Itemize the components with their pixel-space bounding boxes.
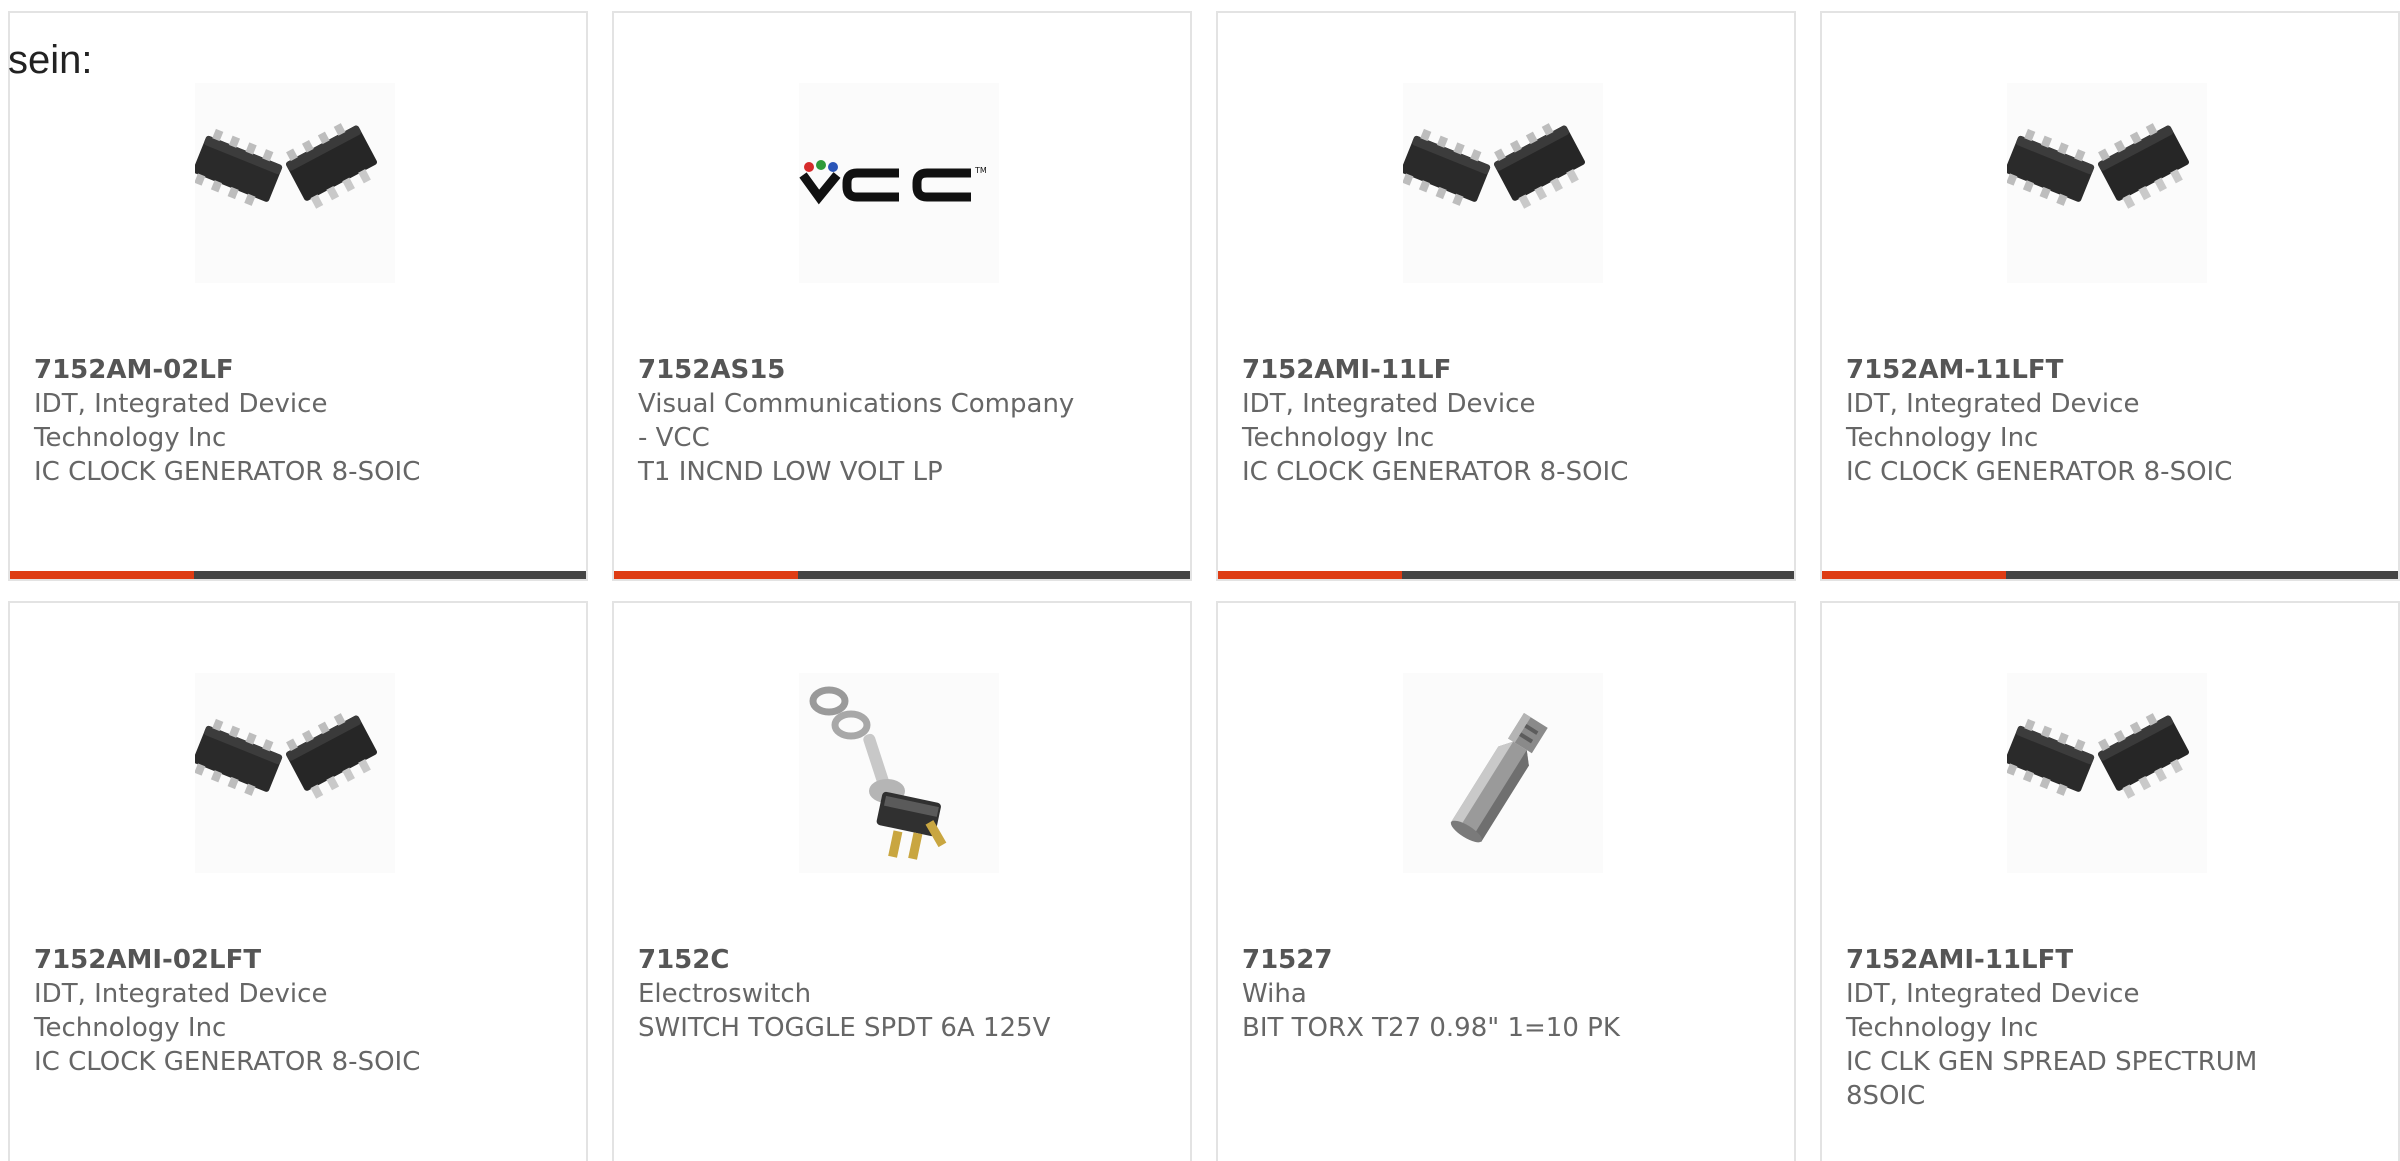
- description: SWITCH TOGGLE SPDT 6A 125V: [638, 1013, 1051, 1043]
- description: IC CLOCK GENERATOR 8-SOIC: [34, 1047, 421, 1077]
- torx-bit-icon: [1450, 713, 1548, 843]
- part-number[interactable]: 7152AM-02LF: [34, 353, 474, 387]
- product-card[interactable]: 7152AMI-11LFT IDT, Integrated Device Tec…: [1820, 601, 2400, 1161]
- product-card[interactable]: TM 7152AS15 Visual Communications Compan…: [612, 11, 1192, 581]
- product-info: 7152AMI-11LFT IDT, Integrated Device Tec…: [1846, 943, 2286, 1113]
- product-info: 71527 Wiha BIT TORX T27 0.98" 1=10 PK: [1242, 943, 1682, 1045]
- soic-chip-icon: [195, 116, 384, 212]
- card-footer-bar: [614, 571, 1190, 579]
- manufacturer: IDT, Integrated Device Technology Inc: [34, 389, 328, 453]
- manufacturer: IDT, Integrated Device Technology Inc: [1846, 389, 2140, 453]
- product-info: 7152AM-11LFT IDT, Integrated Device Tech…: [1846, 353, 2286, 489]
- manufacturer: IDT, Integrated Device Technology Inc: [1242, 389, 1536, 453]
- accent-bar: [1218, 571, 1402, 579]
- product-image: [1403, 83, 1603, 283]
- soic-chip-icon: [2007, 706, 2196, 802]
- product-image: [799, 673, 999, 873]
- product-image: [2007, 83, 2207, 283]
- product-image: TM: [799, 83, 999, 283]
- part-number[interactable]: 7152C: [638, 943, 1078, 977]
- product-card[interactable]: 7152AM-11LFT IDT, Integrated Device Tech…: [1820, 11, 2400, 581]
- product-card[interactable]: 7152AM-02LF IDT, Integrated Device Techn…: [8, 11, 588, 581]
- svg-text:TM: TM: [974, 166, 987, 175]
- product-card[interactable]: 71527 Wiha BIT TORX T27 0.98" 1=10 PK: [1216, 601, 1796, 1161]
- accent-bar: [1822, 571, 2006, 579]
- part-number[interactable]: 7152AMI-11LFT: [1846, 943, 2286, 977]
- product-info: 7152AMI-02LFT IDT, Integrated Device Tec…: [34, 943, 474, 1079]
- description: IC CLOCK GENERATOR 8-SOIC: [34, 457, 421, 487]
- product-grid: 7152AM-02LF IDT, Integrated Device Techn…: [8, 11, 2400, 1161]
- soic-chip-icon: [2007, 116, 2196, 212]
- product-card[interactable]: 7152AMI-11LF IDT, Integrated Device Tech…: [1216, 11, 1796, 581]
- part-number[interactable]: 71527: [1242, 943, 1682, 977]
- description: IC CLOCK GENERATOR 8-SOIC: [1846, 457, 2233, 487]
- part-number[interactable]: 7152AM-11LFT: [1846, 353, 2286, 387]
- manufacturer: Electroswitch: [638, 979, 812, 1009]
- product-image: [1403, 673, 1603, 873]
- part-number[interactable]: 7152AMI-02LFT: [34, 943, 474, 977]
- accent-bar: [10, 571, 194, 579]
- product-card[interactable]: 7152C Electroswitch SWITCH TOGGLE SPDT 6…: [612, 601, 1192, 1161]
- product-image: [195, 673, 395, 873]
- toggle-switch-icon: [809, 686, 947, 860]
- description: BIT TORX T27 0.98" 1=10 PK: [1242, 1013, 1620, 1043]
- soic-chip-icon: [195, 706, 384, 802]
- product-image: [2007, 673, 2207, 873]
- part-number[interactable]: 7152AS15: [638, 353, 1078, 387]
- description: IC CLOCK GENERATOR 8-SOIC: [1242, 457, 1629, 487]
- intro-text: sein:: [8, 38, 93, 82]
- manufacturer: Wiha: [1242, 979, 1307, 1009]
- manufacturer: Visual Communications Company - VCC: [638, 389, 1075, 453]
- vcc-logo-icon: TM: [799, 160, 987, 205]
- page: sein: 7152AM-02LF IDT, Integrated Device…: [0, 0, 2400, 1161]
- part-number[interactable]: 7152AMI-11LF: [1242, 353, 1682, 387]
- product-image: [195, 83, 395, 283]
- product-info: 7152AM-02LF IDT, Integrated Device Techn…: [34, 353, 474, 489]
- product-card[interactable]: 7152AMI-02LFT IDT, Integrated Device Tec…: [8, 601, 588, 1161]
- card-footer-bar: [1822, 571, 2398, 579]
- description: T1 INCND LOW VOLT LP: [638, 457, 943, 487]
- soic-chip-icon: [1403, 116, 1592, 212]
- description: IC CLK GEN SPREAD SPECTRUM 8SOIC: [1846, 1047, 2258, 1111]
- manufacturer: IDT, Integrated Device Technology Inc: [1846, 979, 2140, 1043]
- product-info: 7152AS15 Visual Communications Company -…: [638, 353, 1078, 489]
- card-footer-bar: [10, 571, 586, 579]
- manufacturer: IDT, Integrated Device Technology Inc: [34, 979, 328, 1043]
- product-info: 7152C Electroswitch SWITCH TOGGLE SPDT 6…: [638, 943, 1078, 1045]
- product-info: 7152AMI-11LF IDT, Integrated Device Tech…: [1242, 353, 1682, 489]
- card-footer-bar: [1218, 571, 1794, 579]
- accent-bar: [614, 571, 798, 579]
